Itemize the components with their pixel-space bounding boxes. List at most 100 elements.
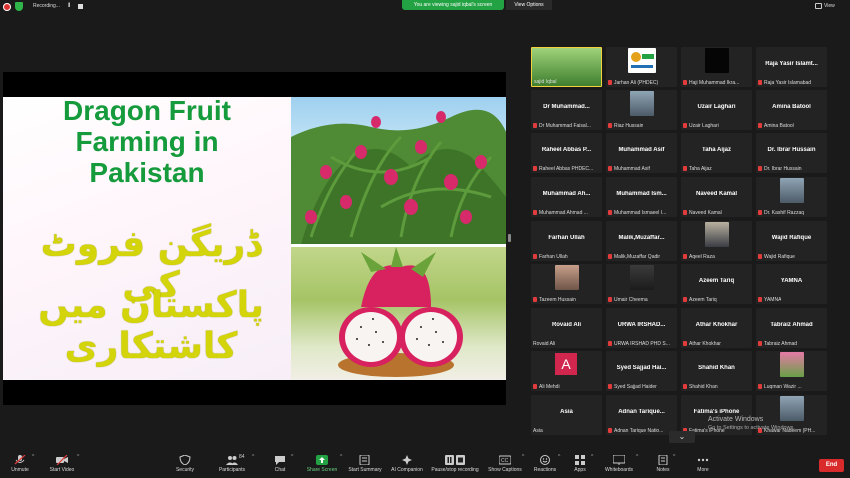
participant-tile[interactable]: Dr. Kashif Razzaq [756,177,827,217]
participant-tile[interactable]: Naveed Kamal Naveed Kamal [681,177,752,217]
participant-tile[interactable]: Raja Yasir Islamt... Raja Yasir Islamabad [756,47,827,87]
participant-tile[interactable]: URWA IRSHAD... URWA IRSHAD PHD S... [606,308,677,348]
participant-name-label: Uzair Laghari [683,123,719,129]
chat-button[interactable]: Chat [270,455,290,477]
participant-tile[interactable]: Azeem Tariq Azeem Tariq [681,264,752,304]
reactions-options-caret[interactable]: ^ [558,454,560,460]
participant-tile[interactable]: A Ali Mehdi [531,351,602,391]
chat-options-caret[interactable]: ^ [291,454,293,460]
participant-tile[interactable]: Luqman Wazir ... [756,351,827,391]
captions-options-caret[interactable]: ^ [522,454,524,460]
participant-tile[interactable]: Dr. Ibrar Hussain Dr. Ibrar Hussain [756,133,827,173]
participant-display-name: Muhammad Ism... [616,191,667,197]
participant-tile[interactable]: Umair Cheema [606,264,677,304]
start-video-button[interactable]: Start Video [46,455,78,477]
view-options-button[interactable]: View Options [506,0,552,10]
whiteboards-options-caret[interactable]: ^ [636,454,638,460]
participant-tile[interactable]: sajid Iqbal [531,47,602,87]
participant-display-name: Adnan Tarique... [618,409,665,415]
participant-name-label: Raja Yasir Islamabad [758,80,811,86]
microphone-muted-icon [758,297,762,302]
participant-tile[interactable]: Malik,Muzaffar... Malik,Muzaffar Qadir [606,221,677,261]
participant-tile[interactable]: Adnan Tarique... Adnan Tarique Natio... [606,395,677,435]
microphone-muted-icon [758,384,762,389]
participant-tile[interactable]: Haji Muhammad Ikra... [681,47,752,87]
microphone-muted-icon [758,254,762,259]
participant-tile[interactable]: Wajid Rafique Wajid Rafique [756,221,827,261]
participant-name-label: Raheel Abbas PHDEC... [533,166,593,172]
pause-recording-icon[interactable]: II [68,3,71,9]
more-button[interactable]: More [693,455,713,477]
participant-tile[interactable]: Uzair Laghari Uzair Laghari [681,90,752,130]
participant-tile[interactable]: Muhammad Ism... Muhammad Ismaeel I... [606,177,677,217]
microphone-muted-icon [533,384,537,389]
apps-button[interactable]: Apps [570,455,590,477]
notes-button[interactable]: Notes [653,455,673,477]
dragon-fruit-bowl-photo [291,247,506,380]
pause-stop-recording-button[interactable]: Pause/stop recording [429,455,481,477]
audio-options-caret[interactable]: ^ [32,454,34,460]
security-button[interactable]: Security [172,455,198,477]
microphone-muted-icon [608,254,612,259]
participant-name-label: URWA IRSHAD PHD S... [608,341,670,347]
ai-companion-button[interactable]: AI Companion [389,455,425,477]
participant-name-label: Asia [533,428,543,434]
participant-tile[interactable]: Riaz Hussain [606,90,677,130]
more-label: More [697,467,709,473]
unmute-button[interactable]: Unmute [8,455,32,477]
participant-tile[interactable]: Aqeel Raza [681,221,752,261]
apps-options-caret[interactable]: ^ [591,454,593,460]
notes-options-caret[interactable]: ^ [673,454,675,460]
notes-label: Notes [656,467,670,473]
stop-recording-icon[interactable] [78,4,83,9]
video-options-caret[interactable]: ^ [77,454,79,460]
recording-status: Recording... [33,3,60,9]
start-summary-button[interactable]: Start Summary [346,455,384,477]
participant-tile[interactable]: Farhan Ullah Farhan Ullah [531,221,602,261]
slide-urdu-line-2: پاکستان میں کاشتکاری [38,285,264,367]
show-captions-button[interactable]: CC Show Captions [487,455,523,477]
panel-resize-handle[interactable] [508,234,511,242]
participant-tile[interactable]: Tabraiz Ahmad Tabraiz Ahmad [756,308,827,348]
participant-tile[interactable]: Shahid Khan Shahid Khan [681,351,752,391]
participant-tile[interactable]: Tazeem Hussain [531,264,602,304]
participant-tile[interactable]: Muhammad Ah... Muhammad Ahmad ... [531,177,602,217]
end-meeting-button[interactable]: End [819,459,844,472]
grid-view-icon[interactable] [815,3,822,9]
participant-name-label: Amina Batool [758,123,794,129]
participant-tile[interactable]: Rovaid Ali Rovaid Ali [531,308,602,348]
microphone-muted-icon [683,384,687,389]
participants-options-caret[interactable]: ^ [252,454,254,460]
view-button[interactable]: View [824,3,835,9]
participant-name-label: Taha Aijaz [683,166,712,172]
participant-tile[interactable]: Raheel Abbas P... Raheel Abbas PHDEC... [531,133,602,173]
participant-display-name: Uzair Laghari [697,104,736,110]
share-screen-button[interactable]: Share Screen [304,455,340,477]
reactions-button[interactable]: Reactions [532,455,558,477]
captions-icon: CC [499,455,511,465]
microphone-muted-icon [608,123,612,128]
participant-name-label: Farhan Ullah [533,254,568,260]
gallery-next-page-button[interactable]: ⌄ [669,431,695,443]
participant-tile[interactable]: Jarhan Ali (PHDEC) [606,47,677,87]
microphone-muted-icon [683,166,687,171]
start-summary-label: Start Summary [348,467,382,473]
viewing-screen-banner: You are viewing sajid iqbal's screen [402,0,504,10]
participant-tile[interactable]: Taha Aijaz Taha Aijaz [681,133,752,173]
participant-tile[interactable]: Dr Muhammad... Dr Muhammad Faisal... [531,90,602,130]
participant-tile[interactable]: Athar Khokhar Athar Khokhar [681,308,752,348]
participant-tile[interactable]: Muhammad Asif Muhammad Asif [606,133,677,173]
info-icon[interactable] [3,3,11,11]
participant-tile[interactable]: YAMNA YAMNA [756,264,827,304]
share-screen-icon [316,455,328,465]
shield-icon [179,455,191,465]
participant-name-label: Tazeem Hussain [533,297,576,303]
zoom-meeting-window: Recording... II You are viewing sajid iq… [0,0,850,478]
participant-tile[interactable]: Amina Batool Amina Batool [756,90,827,130]
share-options-caret[interactable]: ^ [340,454,342,460]
participant-tile[interactable]: Syed Sajjad Hai... Syed Sajjad Haider [606,351,677,391]
participant-tile[interactable]: Asia Asia [531,395,602,435]
shield-icon[interactable] [15,2,23,11]
microphone-muted-icon [758,166,762,171]
whiteboards-button[interactable]: Whiteboards [603,455,635,477]
